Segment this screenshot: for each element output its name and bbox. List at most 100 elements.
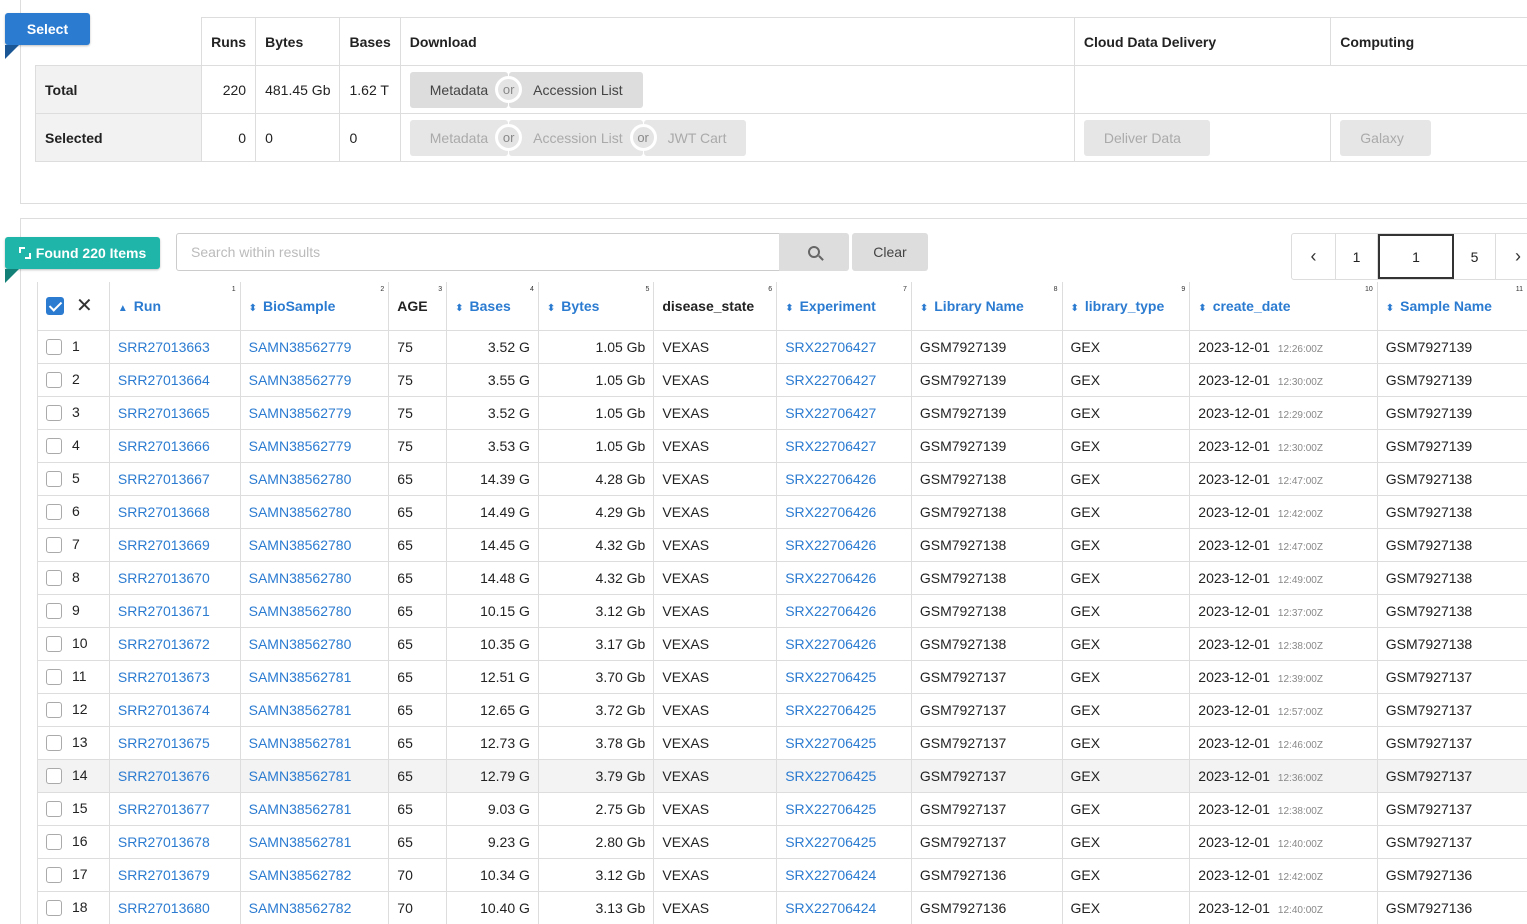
run-link[interactable]: SRR27013671 bbox=[118, 603, 210, 619]
row-checkbox[interactable] bbox=[46, 702, 62, 719]
next-page-button[interactable]: › bbox=[1496, 234, 1527, 279]
table-row[interactable]: 16 SRR27013678 SAMN38562781 65 9.23 G 2.80 Gb… bbox=[37, 825, 1527, 859]
table-row[interactable]: 17 SRR27013679 SAMN38562782 70 10.34 G 3.12 G… bbox=[37, 858, 1527, 892]
table-row[interactable]: 13 SRR27013675 SAMN38562781 65 12.73 G 3.78 G… bbox=[37, 726, 1527, 760]
biosample-link[interactable]: SAMN38562781 bbox=[249, 801, 352, 817]
column-header-experiment[interactable]: ⬍ Experiment 7 bbox=[776, 282, 912, 331]
row-checkbox[interactable] bbox=[46, 438, 62, 455]
run-link[interactable]: SRR27013664 bbox=[118, 372, 210, 388]
run-link[interactable]: SRR27013669 bbox=[118, 537, 210, 553]
experiment-link[interactable]: SRX22706424 bbox=[785, 900, 876, 916]
row-checkbox[interactable] bbox=[46, 735, 62, 752]
run-link[interactable]: SRR27013679 bbox=[118, 867, 210, 883]
total-accession-list-button[interactable]: Accession List bbox=[509, 71, 643, 108]
table-row[interactable]: 12 SRR27013674 SAMN38562781 65 12.65 G 3.72 G… bbox=[37, 693, 1527, 727]
table-row[interactable]: 2 SRR27013664 SAMN38562779 75 3.55 G 1.05 Gb V… bbox=[37, 363, 1527, 397]
biosample-link[interactable]: SAMN38562780 bbox=[249, 504, 352, 520]
run-link[interactable]: SRR27013668 bbox=[118, 504, 210, 520]
prev-page-button[interactable]: ‹ bbox=[1292, 234, 1336, 279]
experiment-link[interactable]: SRX22706426 bbox=[785, 471, 876, 487]
row-checkbox[interactable] bbox=[46, 570, 62, 587]
row-checkbox[interactable] bbox=[46, 537, 62, 554]
run-link[interactable]: SRR27013672 bbox=[118, 636, 210, 652]
run-link[interactable]: SRR27013674 bbox=[118, 702, 210, 718]
biosample-link[interactable]: SAMN38562780 bbox=[249, 603, 352, 619]
table-row[interactable]: 1 SRR27013663 SAMN38562779 75 3.52 G 1.05 Gb V… bbox=[37, 330, 1527, 364]
biosample-link[interactable]: SAMN38562779 bbox=[249, 438, 352, 454]
run-link[interactable]: SRR27013666 bbox=[118, 438, 210, 454]
column-header-library-type[interactable]: ⬍ library_type 9 bbox=[1061, 282, 1190, 331]
row-checkbox[interactable] bbox=[46, 768, 62, 785]
table-row[interactable]: 7 SRR27013669 SAMN38562780 65 14.45 G 4.32 Gb… bbox=[37, 528, 1527, 562]
run-link[interactable]: SRR27013677 bbox=[118, 801, 210, 817]
row-checkbox[interactable] bbox=[46, 867, 62, 884]
run-link[interactable]: SRR27013667 bbox=[118, 471, 210, 487]
run-link[interactable]: SRR27013673 bbox=[118, 669, 210, 685]
row-checkbox[interactable] bbox=[46, 405, 62, 422]
column-header-run[interactable]: ▲ Run 1 bbox=[108, 282, 241, 331]
experiment-link[interactable]: SRX22706425 bbox=[785, 702, 876, 718]
row-checkbox[interactable] bbox=[46, 834, 62, 851]
experiment-link[interactable]: SRX22706426 bbox=[785, 636, 876, 652]
clear-selection-icon[interactable]: ✕ bbox=[76, 293, 93, 318]
row-checkbox[interactable] bbox=[46, 471, 62, 488]
experiment-link[interactable]: SRX22706426 bbox=[785, 504, 876, 520]
biosample-link[interactable]: SAMN38562780 bbox=[249, 636, 352, 652]
clear-button[interactable]: Clear bbox=[852, 233, 928, 271]
experiment-link[interactable]: SRX22706425 bbox=[785, 768, 876, 784]
experiment-link[interactable]: SRX22706427 bbox=[785, 405, 876, 421]
page-number-input[interactable]: 1 bbox=[1378, 234, 1454, 279]
table-row[interactable]: 9 SRR27013671 SAMN38562780 65 10.15 G 3.12 Gb… bbox=[37, 594, 1527, 628]
biosample-link[interactable]: SAMN38562779 bbox=[249, 339, 352, 355]
jwt-cart-button[interactable]: JWT Cart bbox=[643, 119, 747, 156]
table-row[interactable]: 14 SRR27013676 SAMN38562781 65 12.79 G 3.79 G… bbox=[37, 759, 1527, 793]
column-header-sample-name[interactable]: ⬍ Sample Name 11 bbox=[1376, 282, 1527, 331]
table-row[interactable]: 3 SRR27013665 SAMN38562779 75 3.52 G 1.05 Gb V… bbox=[37, 396, 1527, 430]
run-link[interactable]: SRR27013665 bbox=[118, 405, 210, 421]
column-header-bytes[interactable]: ⬍ Bytes 5 bbox=[537, 282, 654, 331]
table-row[interactable]: 18 SRR27013680 SAMN38562782 70 10.40 G 3.13 G… bbox=[37, 891, 1527, 924]
biosample-link[interactable]: SAMN38562780 bbox=[249, 471, 352, 487]
row-checkbox[interactable] bbox=[46, 504, 62, 521]
run-link[interactable]: SRR27013676 bbox=[118, 768, 210, 784]
deliver-data-button[interactable]: Deliver Data bbox=[1083, 119, 1210, 156]
experiment-link[interactable]: SRX22706426 bbox=[785, 570, 876, 586]
biosample-link[interactable]: SAMN38562780 bbox=[249, 570, 352, 586]
column-header-biosample[interactable]: ⬍ BioSample 2 bbox=[239, 282, 389, 331]
table-row[interactable]: 11 SRR27013673 SAMN38562781 65 12.51 G 3.70 G… bbox=[37, 660, 1527, 694]
biosample-link[interactable]: SAMN38562781 bbox=[249, 702, 352, 718]
experiment-link[interactable]: SRX22706427 bbox=[785, 372, 876, 388]
experiment-link[interactable]: SRX22706426 bbox=[785, 603, 876, 619]
biosample-link[interactable]: SAMN38562779 bbox=[249, 405, 352, 421]
run-link[interactable]: SRR27013678 bbox=[118, 834, 210, 850]
first-page-button[interactable]: 1 bbox=[1336, 234, 1378, 279]
table-row[interactable]: 5 SRR27013667 SAMN38562780 65 14.39 G 4.28 Gb… bbox=[37, 462, 1527, 496]
experiment-link[interactable]: SRX22706425 bbox=[785, 834, 876, 850]
table-row[interactable]: 10 SRR27013672 SAMN38562780 65 10.35 G 3.17 G… bbox=[37, 627, 1527, 661]
run-link[interactable]: SRR27013670 bbox=[118, 570, 210, 586]
row-checkbox[interactable] bbox=[46, 339, 62, 356]
experiment-link[interactable]: SRX22706425 bbox=[785, 669, 876, 685]
selected-accession-list-button[interactable]: Accession List bbox=[509, 119, 643, 156]
found-items-ribbon[interactable]: Found 220 Items bbox=[5, 237, 160, 269]
run-link[interactable]: SRR27013675 bbox=[118, 735, 210, 751]
biosample-link[interactable]: SAMN38562781 bbox=[249, 735, 352, 751]
experiment-link[interactable]: SRX22706425 bbox=[785, 735, 876, 751]
row-checkbox[interactable] bbox=[46, 372, 62, 389]
table-row[interactable]: 8 SRR27013670 SAMN38562780 65 14.48 G 4.32 Gb… bbox=[37, 561, 1527, 595]
experiment-link[interactable]: SRX22706425 bbox=[785, 801, 876, 817]
biosample-link[interactable]: SAMN38562780 bbox=[249, 537, 352, 553]
galaxy-button[interactable]: Galaxy bbox=[1340, 119, 1432, 156]
search-button[interactable] bbox=[779, 233, 849, 271]
column-header-library-name[interactable]: ⬍ Library Name 8 bbox=[910, 282, 1062, 331]
select-all-checkbox[interactable] bbox=[46, 296, 64, 315]
table-row[interactable]: 4 SRR27013666 SAMN38562779 75 3.53 G 1.05 Gb V… bbox=[37, 429, 1527, 463]
column-header-create-date[interactable]: ⬍ create_date 10 bbox=[1189, 282, 1378, 331]
row-checkbox[interactable] bbox=[46, 603, 62, 620]
experiment-link[interactable]: SRX22706426 bbox=[785, 537, 876, 553]
biosample-link[interactable]: SAMN38562779 bbox=[249, 372, 352, 388]
row-checkbox[interactable] bbox=[46, 669, 62, 686]
search-input[interactable] bbox=[176, 233, 780, 271]
column-header-bases[interactable]: ⬍ Bases 4 bbox=[446, 282, 539, 331]
total-metadata-button[interactable]: Metadata bbox=[409, 71, 509, 108]
